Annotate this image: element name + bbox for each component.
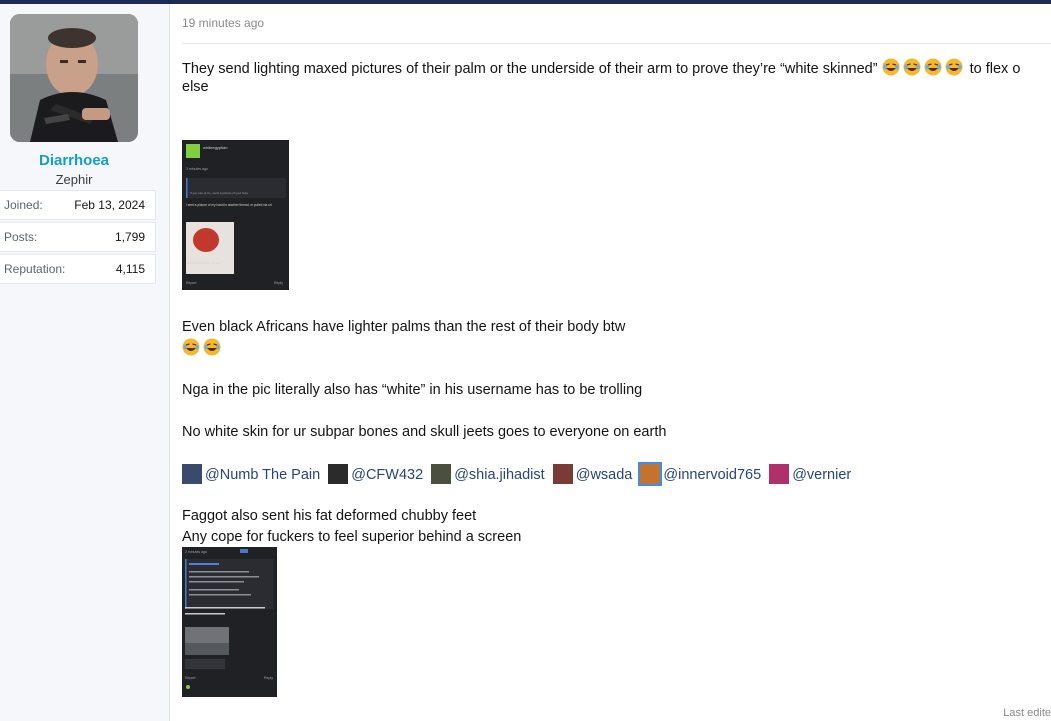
mention-avatar xyxy=(552,464,573,484)
attached-image-1-content: whiteegyptian 3 minutes ago If you use p… xyxy=(182,140,289,290)
mention-avatar xyxy=(769,464,790,484)
post-text: to flex o xyxy=(965,61,1021,77)
mention-avatar xyxy=(640,464,661,484)
shot1-quote: If you use pi ice, send a picture of you… xyxy=(190,191,248,195)
user-info-sidebar: Diarrhoea Zephir Joined: Feb 13, 2024 Po… xyxy=(0,4,170,721)
attached-image-2-content: 2 minutes ago Report Reply xyxy=(182,547,277,697)
stat-label: Joined: xyxy=(4,198,43,212)
shot1-report: Report xyxy=(186,281,197,285)
avatar[interactable] xyxy=(10,14,138,142)
stat-joined: Joined: Feb 13, 2024 xyxy=(0,190,156,220)
mention-avatar xyxy=(431,464,452,484)
attached-image-1[interactable]: whiteegyptian 3 minutes ago If you use p… xyxy=(182,140,289,290)
post-text-line: Nga in the pic literally also has “white… xyxy=(182,382,643,398)
post-text-line: They send lighting maxed pictures of the… xyxy=(182,58,1020,77)
stat-value: 4,115 xyxy=(115,262,145,276)
stat-label: Posts: xyxy=(4,230,38,244)
user-title: Zephir xyxy=(55,172,93,187)
laughing-crying-emoji-icon xyxy=(182,338,200,356)
laughing-crying-emoji-icon xyxy=(882,58,900,76)
laughing-crying-emoji-icon xyxy=(203,338,221,356)
post-text-line: Even black Africans have lighter palms t… xyxy=(182,319,626,335)
emoji-line xyxy=(182,338,224,357)
shot2-report: Report xyxy=(185,676,196,680)
mention-link[interactable]: @CFW432 xyxy=(351,467,423,483)
shot1-reply: Reply xyxy=(274,281,283,285)
last-edited-note: Last edite xyxy=(1003,707,1051,719)
mention-link[interactable]: @vernier xyxy=(792,467,851,483)
shot1-text: I sent a picture of my hand in another t… xyxy=(186,203,272,207)
shot2-reply: Reply xyxy=(264,676,273,680)
post-text-line: Any cope for fuckers to feel superior be… xyxy=(182,529,522,545)
shot1-time: 3 minutes ago xyxy=(186,167,208,171)
mention-link[interactable]: @shia.jihadist xyxy=(454,467,544,483)
mention-link[interactable]: @Numb The Pain xyxy=(205,467,320,483)
post-text-line: Faggot also sent his fat deformed chubby… xyxy=(182,508,477,524)
post-text-line: No white skin for ur subpar bones and sk… xyxy=(182,424,667,440)
laughing-crying-emoji-icon xyxy=(903,58,921,76)
stat-reputation: Reputation: 4,115 xyxy=(0,254,156,284)
laughing-crying-emoji-icon xyxy=(945,58,963,76)
mention-link[interactable]: @wsada xyxy=(576,467,633,483)
post-timestamp[interactable]: 19 minutes ago xyxy=(182,16,264,30)
mention-link[interactable]: @innervoid765 xyxy=(663,467,761,483)
post-body: 19 minutes ago They send lighting maxed … xyxy=(170,4,1051,721)
stat-posts: Posts: 1,799 xyxy=(0,222,156,252)
attached-image-2[interactable]: 2 minutes ago Report Reply xyxy=(182,547,277,697)
stat-value: 1,799 xyxy=(114,230,145,244)
post-text: They send lighting maxed pictures of the… xyxy=(182,61,878,77)
avatar-image xyxy=(10,14,138,142)
shot2-time: 2 minutes ago xyxy=(185,550,207,554)
shot1-username: whiteegyptian xyxy=(203,145,227,150)
shot1-file: IMG2023/11/09/2_02.jpg xyxy=(187,261,220,265)
mentions-line: @Numb The Pain @CFW432 @shia.jihadist @w… xyxy=(182,464,855,484)
laughing-crying-emoji-icon xyxy=(924,58,942,76)
stat-value: Feb 13, 2024 xyxy=(74,198,145,212)
stat-label: Reputation: xyxy=(4,262,66,276)
post-text-line: else xyxy=(182,79,209,95)
mention-avatar xyxy=(182,464,202,484)
mention-avatar xyxy=(328,464,349,484)
divider xyxy=(182,43,1051,44)
username[interactable]: Diarrhoea xyxy=(0,152,148,169)
